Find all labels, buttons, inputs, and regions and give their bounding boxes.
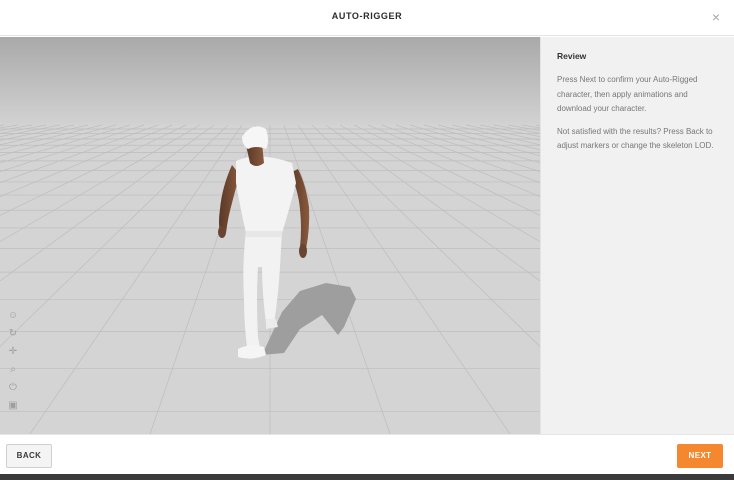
pan-icon[interactable]: ✛ xyxy=(6,345,20,359)
viewport-toolbar: ☺ ↻ ✛ ⌕ ⏻ ▣ xyxy=(6,309,22,417)
panel-title: Review xyxy=(557,51,587,61)
zoom-icon[interactable]: ⌕ xyxy=(6,363,20,377)
taskbar-strip xyxy=(0,474,734,480)
retry-instructions: Not satisfied with the results? Press Ba… xyxy=(557,126,714,151)
next-button[interactable]: NEXT xyxy=(677,444,723,468)
head-view-icon[interactable]: ☺ xyxy=(6,309,20,323)
3d-viewport[interactable]: ☺ ↻ ✛ ⌕ ⏻ ▣ xyxy=(0,37,540,434)
review-instructions: Press Next to confirm your Auto-Rigged c… xyxy=(557,75,698,113)
footer: BACK NEXT xyxy=(0,434,734,474)
back-button[interactable]: BACK xyxy=(6,444,52,468)
header: AUTO-RIGGER × xyxy=(0,0,734,36)
auto-rigger-window: AUTO-RIGGER × ☺ ↻ ✛ ⌕ ⏻ ▣ Review Press N… xyxy=(0,0,734,480)
power-icon[interactable]: ⏻ xyxy=(6,381,20,395)
review-panel: Review Press Next to confirm your Auto-R… xyxy=(540,37,734,434)
close-icon[interactable]: × xyxy=(708,8,724,26)
horizon-backdrop xyxy=(0,37,540,127)
scene-render xyxy=(0,37,540,434)
camera-icon[interactable]: ▣ xyxy=(6,399,20,413)
window-title: AUTO-RIGGER xyxy=(331,11,403,21)
rotate-icon[interactable]: ↻ xyxy=(6,327,20,341)
